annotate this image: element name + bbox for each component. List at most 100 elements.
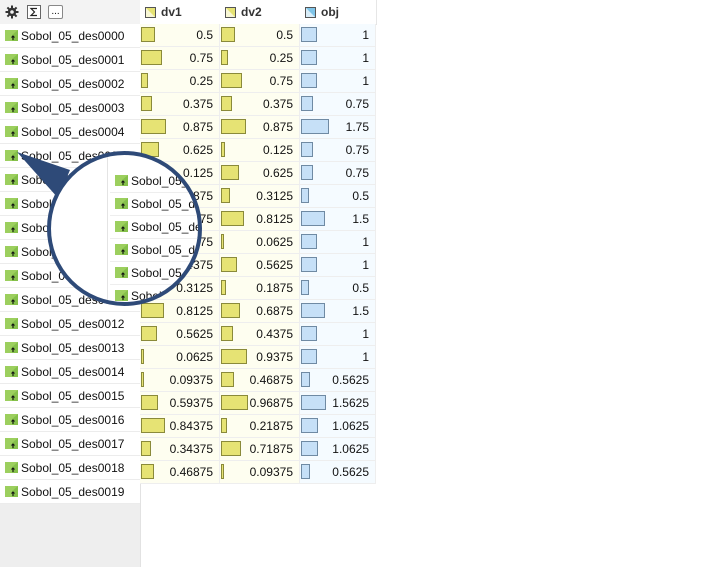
- row-header[interactable]: Sobol_05_des0004: [0, 120, 140, 144]
- cell-dv2[interactable]: 0.625: [220, 162, 300, 185]
- row-name: Sobol_05_des0000: [21, 28, 125, 43]
- cell-dv2[interactable]: 0.8125: [220, 208, 300, 231]
- cell-dv1[interactable]: 0.0625: [140, 346, 220, 369]
- design-group-icon: [5, 246, 19, 257]
- cell-dv1[interactable]: 0.59375: [140, 392, 220, 415]
- magnified-row: Sobol_05_des0010: [110, 261, 198, 285]
- design-group-icon: [115, 198, 129, 209]
- cell-obj[interactable]: 1.5: [300, 300, 376, 323]
- cell-dv2[interactable]: 0.5625: [220, 254, 300, 277]
- cell-dv2[interactable]: 0.5: [220, 24, 300, 47]
- cell-dv1[interactable]: 0.375: [140, 93, 220, 116]
- cell-obj[interactable]: 1: [300, 70, 376, 93]
- cell-dv1[interactable]: 0.75: [140, 47, 220, 70]
- value-bar: [301, 234, 317, 249]
- cell-obj[interactable]: 1: [300, 254, 376, 277]
- cell-value: 0.5625: [256, 258, 293, 272]
- cell-dv2[interactable]: 0.71875: [220, 438, 300, 461]
- cell-dv2[interactable]: 0.75: [220, 70, 300, 93]
- cell-dv2[interactable]: 0.9375: [220, 346, 300, 369]
- cell-dv2[interactable]: 0.875: [220, 116, 300, 139]
- row-header[interactable]: Sobol_05_des0019: [0, 480, 140, 504]
- column-header-obj[interactable]: obj: [300, 0, 377, 25]
- design-group-icon: [5, 174, 19, 185]
- cell-obj[interactable]: 1: [300, 323, 376, 346]
- row-header[interactable]: Sobol_05_des0012: [0, 312, 140, 336]
- cell-obj[interactable]: 0.75: [300, 93, 376, 116]
- cell-dv1[interactable]: 0.34375: [140, 438, 220, 461]
- value-bar: [301, 303, 325, 318]
- value-bar: [221, 27, 235, 42]
- cell-value: 0.8125: [176, 304, 213, 318]
- cell-dv2[interactable]: 0.21875: [220, 415, 300, 438]
- cell-dv1[interactable]: 0.46875: [140, 461, 220, 484]
- more-options-button[interactable]: ...: [48, 5, 63, 19]
- magnified-row: Sobol_05_des0009: [110, 238, 198, 262]
- cell-dv2[interactable]: 0.1875: [220, 277, 300, 300]
- cell-dv2[interactable]: 0.96875: [220, 392, 300, 415]
- row-header[interactable]: Sobol_05_des0000: [0, 24, 140, 48]
- cell-dv1[interactable]: 0.8125: [140, 300, 220, 323]
- row-header[interactable]: Sobol_05_des0018: [0, 456, 140, 480]
- row-name: Sobol_05_des0001: [21, 52, 125, 67]
- value-bar: [141, 326, 157, 341]
- cell-obj[interactable]: 1.75: [300, 116, 376, 139]
- value-bar: [221, 464, 224, 479]
- cell-dv2[interactable]: 0.09375: [220, 461, 300, 484]
- design-group-icon: [5, 150, 19, 161]
- row-header[interactable]: Sobol_05_des0013: [0, 336, 140, 360]
- cell-obj[interactable]: 0.75: [300, 139, 376, 162]
- cell-dv1[interactable]: 0.875: [140, 116, 220, 139]
- row-header[interactable]: Sobol_05_des0003: [0, 96, 140, 120]
- value-bar: [301, 464, 310, 479]
- row-header[interactable]: Sobol_05_des0002: [0, 72, 140, 96]
- cell-dv2[interactable]: 0.375: [220, 93, 300, 116]
- cell-dv2[interactable]: 0.3125: [220, 185, 300, 208]
- cell-dv1[interactable]: 0.84375: [140, 415, 220, 438]
- gear-icon[interactable]: [5, 5, 19, 19]
- cell-obj[interactable]: 1: [300, 231, 376, 254]
- row-header[interactable]: Sobol_05_des0014: [0, 360, 140, 384]
- cell-value: 1.5: [352, 304, 369, 318]
- cell-dv1[interactable]: 0.5: [140, 24, 220, 47]
- cell-obj[interactable]: 1.0625: [300, 415, 376, 438]
- cell-dv2[interactable]: 0.25: [220, 47, 300, 70]
- cell-dv1[interactable]: 0.25: [140, 70, 220, 93]
- cell-dv1[interactable]: 0.5625: [140, 323, 220, 346]
- cell-value: 0.0625: [176, 350, 213, 364]
- cell-obj[interactable]: 1: [300, 24, 376, 47]
- value-bar: [221, 96, 232, 111]
- cell-obj[interactable]: 1: [300, 47, 376, 70]
- cell-dv2[interactable]: 0.6875: [220, 300, 300, 323]
- value-bar: [301, 280, 309, 295]
- value-bar: [301, 418, 318, 433]
- cell-dv2[interactable]: 0.46875: [220, 369, 300, 392]
- value-bar: [301, 326, 317, 341]
- cell-obj[interactable]: 0.5: [300, 277, 376, 300]
- row-header[interactable]: Sobol_05_des0017: [0, 432, 140, 456]
- row-header[interactable]: Sobol_05_des0016: [0, 408, 140, 432]
- cell-obj[interactable]: 0.5: [300, 185, 376, 208]
- cell-obj[interactable]: 0.75: [300, 162, 376, 185]
- cell-dv2[interactable]: 0.0625: [220, 231, 300, 254]
- row-header[interactable]: Sobol_05_des0015: [0, 384, 140, 408]
- cell-obj[interactable]: 1.5: [300, 208, 376, 231]
- cell-dv2[interactable]: 0.125: [220, 139, 300, 162]
- value-bar: [301, 257, 317, 272]
- column-header-dv2[interactable]: dv2: [220, 0, 301, 25]
- sigma-icon[interactable]: [27, 5, 41, 19]
- row-header[interactable]: Sobol_05_des0001: [0, 48, 140, 72]
- design-group-icon: [5, 294, 19, 305]
- column-header-dv1[interactable]: dv1: [140, 0, 221, 25]
- cell-obj[interactable]: 0.5625: [300, 461, 376, 484]
- cell-obj[interactable]: 1.0625: [300, 438, 376, 461]
- cell-obj[interactable]: 0.5625: [300, 369, 376, 392]
- cell-obj[interactable]: 1: [300, 346, 376, 369]
- cell-dv1[interactable]: 0.09375: [140, 369, 220, 392]
- value-bar: [221, 372, 234, 387]
- value-bar: [221, 280, 226, 295]
- cell-obj[interactable]: 1.5625: [300, 392, 376, 415]
- cell-dv2[interactable]: 0.4375: [220, 323, 300, 346]
- cell-value: 1: [362, 28, 369, 42]
- value-bar: [301, 165, 313, 180]
